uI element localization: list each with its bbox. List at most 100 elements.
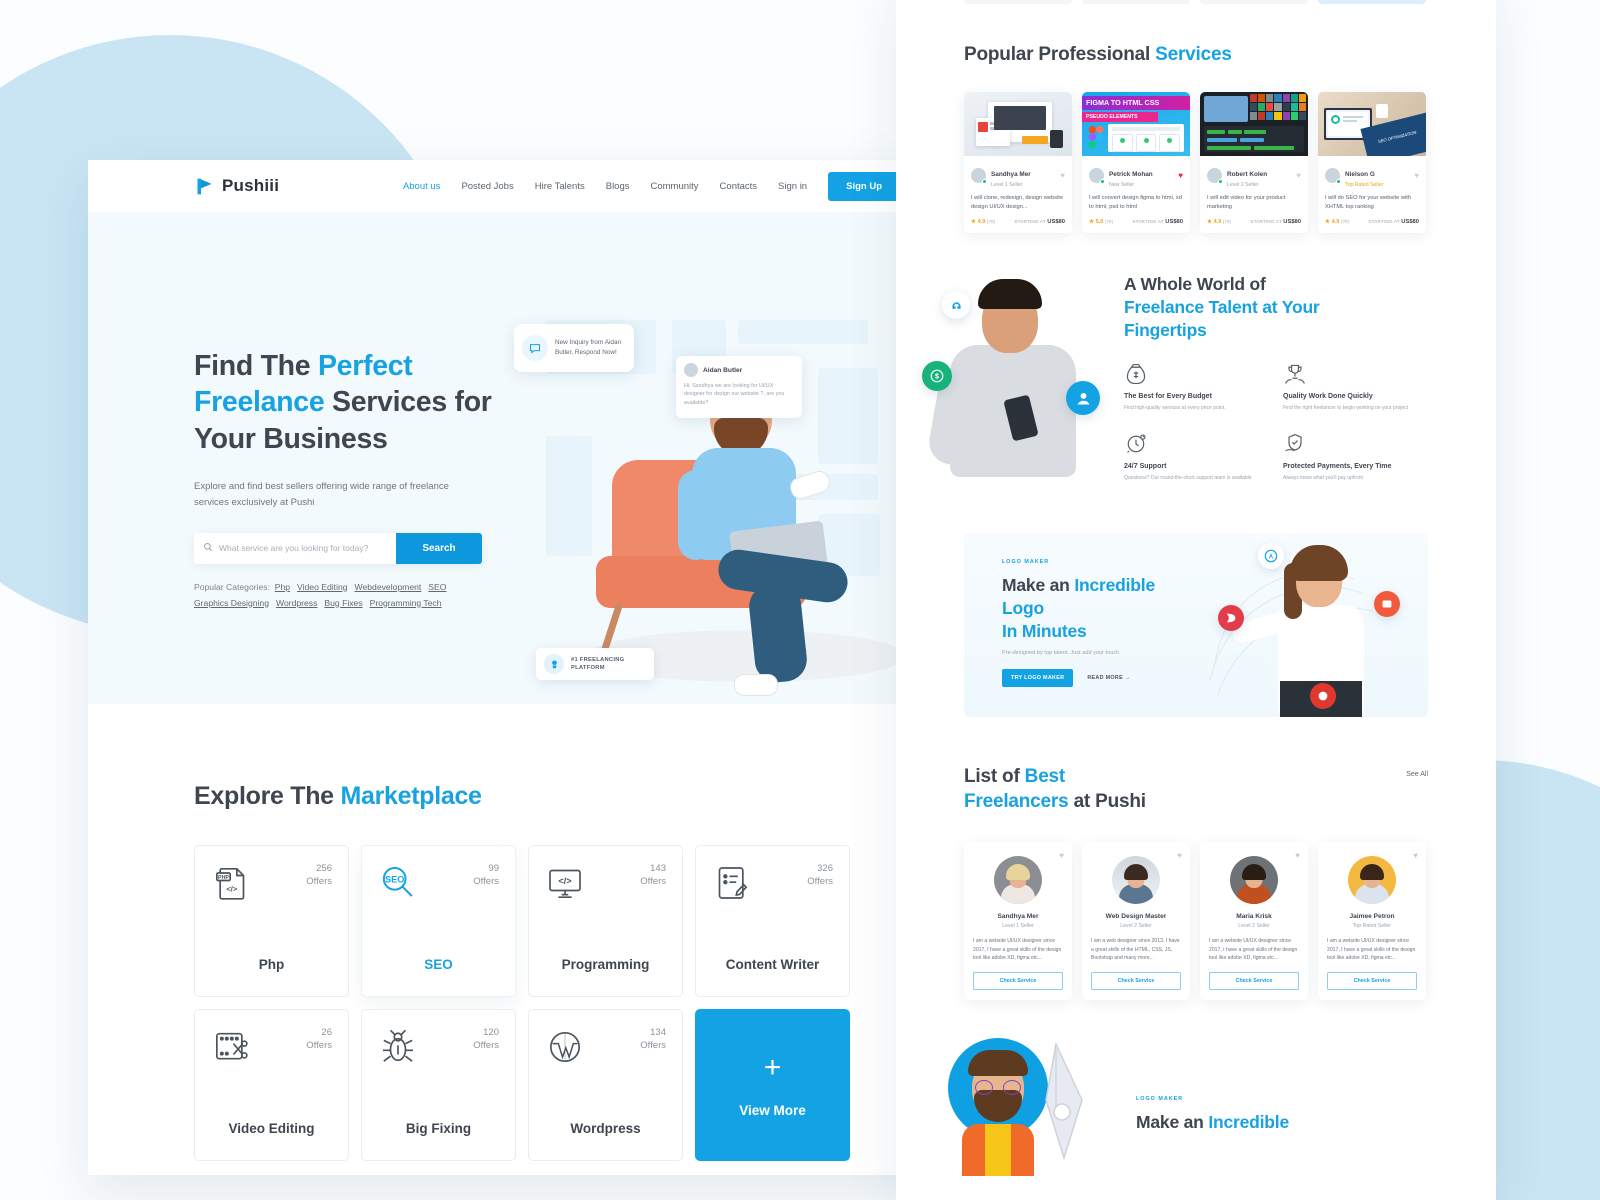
category-card-big-fixing[interactable]: 120 Offers Big Fixing	[361, 1009, 516, 1161]
avatar	[994, 856, 1042, 905]
freelancer-name: Jaimee Petron	[1349, 913, 1395, 921]
category-link-wordpress[interactable]: Wordpress	[276, 598, 317, 608]
svg-text:$: $	[935, 374, 939, 381]
pen-nib-icon	[1045, 1041, 1083, 1160]
sign-up-button[interactable]: Sign Up	[828, 171, 900, 201]
nav-link-posted-jobs[interactable]: Posted Jobs	[461, 181, 513, 192]
heart-icon[interactable]: ♥	[1414, 171, 1419, 180]
offer-count-value: 326	[817, 863, 833, 874]
check-service-button[interactable]: Check Service	[973, 971, 1063, 990]
nav-link-contacts[interactable]: Contacts	[720, 181, 758, 192]
rating-value: 5.0	[1095, 219, 1104, 225]
search-icon	[203, 539, 213, 557]
feature-title: 24/7 Support	[1124, 463, 1167, 471]
thumb-title: FIGMA TO HTML CSS	[1086, 98, 1160, 107]
svg-text:A: A	[1269, 554, 1274, 561]
freelancers-header: List of Best Freelancers at Pushi See Al…	[964, 765, 1428, 814]
offer-count-unit: Offers	[640, 875, 666, 887]
nav-link-sign-in[interactable]: Sign in	[778, 181, 807, 192]
freelancer-description: I am a web designer since 2013, I have a…	[1091, 938, 1180, 962]
partial-card	[964, 0, 1072, 4]
heart-icon[interactable]: ♥	[1413, 851, 1418, 860]
search-input[interactable]	[219, 543, 387, 554]
logo-maker-banner: LOGO MAKER Make an Incredible Logo In Mi…	[964, 533, 1428, 717]
rating-reviews: (78)	[1222, 219, 1232, 224]
category-link-bug-fixes[interactable]: Bug Fixes	[324, 598, 362, 608]
category-card-programming[interactable]: </> 143 Offers Programming	[528, 845, 683, 997]
heart-icon[interactable]: ♥	[1059, 851, 1064, 860]
brand-logo[interactable]: Pushiii	[194, 176, 279, 197]
hero-subtitle: Explore and find best sellers offering w…	[194, 481, 449, 509]
category-card-video-editing[interactable]: 26 Offers Video Editing	[194, 1009, 349, 1161]
service-card[interactable]: Robert Kolen Level 2 Seller ♥ I will edi…	[1200, 92, 1308, 233]
svg-text:PHP: PHP	[218, 875, 229, 881]
services-section: Popular Professional Services Sandhya Me…	[896, 44, 1496, 233]
glasses-icon	[975, 1079, 1021, 1095]
person-shoe	[734, 674, 778, 696]
freelancers-card-row: ♥ Sandhya Mer Level 1 Seller I am a webs…	[964, 842, 1428, 1000]
nav-link-blogs[interactable]: Blogs	[606, 181, 630, 192]
video-editor-thumb	[1200, 92, 1308, 156]
person-body	[962, 1123, 1034, 1176]
service-card[interactable]: FIGMA TO HTML CSS PSEUDO ELEMENTS Petric…	[1082, 92, 1190, 233]
category-link-seo[interactable]: SEO	[428, 582, 446, 592]
category-link-programming-tech[interactable]: Programming Tech	[370, 598, 442, 608]
category-link-php[interactable]: Php	[275, 582, 290, 592]
rating-reviews: (78)	[1340, 219, 1350, 224]
freelancers-title: List of Best Freelancers at Pushi	[964, 765, 1146, 814]
check-service-button[interactable]: Check Service	[1209, 971, 1299, 990]
view-more-button[interactable]: + View More	[695, 1009, 850, 1161]
partial-card	[1082, 0, 1190, 4]
heart-icon[interactable]: ♥	[1177, 851, 1182, 860]
search-field[interactable]	[194, 532, 396, 564]
check-service-button[interactable]: Check Service	[1091, 971, 1181, 990]
category-link-webdevelopment[interactable]: Webdevelopment	[355, 582, 422, 592]
feature-description: Always know what you'll pay upfront	[1283, 475, 1363, 482]
freelancer-card[interactable]: ♥ Sandhya Mer Level 1 Seller I am a webs…	[964, 842, 1072, 1000]
category-card-php[interactable]: PHP </> 256 Offers Php	[194, 845, 349, 997]
nav-link-about-us[interactable]: About us	[403, 181, 441, 192]
category-card-wordpress[interactable]: 134 Offers Wordpress	[528, 1009, 683, 1161]
hero-title-highlight-2: Freelance	[194, 386, 325, 419]
price-label: STARTING AT	[1132, 219, 1164, 224]
offer-count-unit: Offers	[306, 1039, 332, 1051]
heart-icon[interactable]: ♥	[1295, 851, 1300, 860]
logo-chip-icon	[1310, 683, 1336, 709]
freelancer-card[interactable]: ♥ Jaimee Petron Top Rated Seller I am a …	[1318, 842, 1426, 1000]
trophy-hands-icon	[1283, 362, 1428, 386]
check-service-button[interactable]: Check Service	[1327, 971, 1417, 990]
offer-count-value: 99	[488, 863, 499, 874]
nav-link-hire-talents[interactable]: Hire Talents	[535, 181, 585, 192]
try-logo-maker-button[interactable]: TRY LOGO MAKER	[1002, 669, 1074, 688]
freelancer-card[interactable]: ♥ Maria Krisk Level 2 Seller I am a webs…	[1200, 842, 1308, 1000]
avatar	[1230, 856, 1278, 905]
service-rating: ★ 4.9 (78)	[1207, 219, 1232, 225]
freelancers-title-highlight-2: Freelancers	[964, 790, 1069, 812]
category-card-content-writer[interactable]: 326 Offers Content Writer	[695, 845, 850, 997]
avatar	[1112, 856, 1160, 905]
nav-link-community[interactable]: Community	[651, 181, 699, 192]
category-link-graphics-designing[interactable]: Graphics Designing	[194, 598, 269, 608]
search-button[interactable]: Search	[396, 532, 482, 564]
category-card-label: Big Fixing	[405, 1121, 472, 1136]
service-seller-level: Level 1 Seller	[991, 182, 1023, 188]
heart-icon[interactable]: ♥	[1060, 171, 1065, 180]
price-label: STARTING AT	[1014, 219, 1046, 224]
rating-reviews: (78)	[1104, 219, 1114, 224]
see-all-link[interactable]: See All	[1406, 765, 1428, 778]
category-offer-count: 26 Offers	[306, 1027, 332, 1053]
service-card[interactable]: SEO OPTIMIZATION Nielson G Top Rated Sel…	[1318, 92, 1426, 233]
service-description: I will clone, redesign, design website d…	[971, 195, 1063, 210]
service-card[interactable]: Sandhya Mer Level 1 Seller ♥ I will clon…	[964, 92, 1072, 233]
hero-section: Find The Perfect Freelance Services for …	[88, 212, 958, 704]
rating-value: 4.9	[977, 219, 986, 225]
freelancers-title-part-1: List of	[964, 766, 1025, 787]
category-card-seo[interactable]: SEO 99 Offers SEO	[361, 845, 516, 997]
read-more-link[interactable]: READ MORE →	[1087, 675, 1130, 681]
heart-icon[interactable]: ♥	[1296, 171, 1301, 180]
heart-icon[interactable]: ♥	[1178, 171, 1183, 180]
clock-24-7-icon	[1124, 432, 1269, 456]
category-link-video-editing[interactable]: Video Editing	[297, 582, 348, 592]
freelancer-card[interactable]: ♥ Web Design Master Level 2 Seller I am …	[1082, 842, 1190, 1000]
logo-chip-icon: A	[1258, 543, 1284, 569]
